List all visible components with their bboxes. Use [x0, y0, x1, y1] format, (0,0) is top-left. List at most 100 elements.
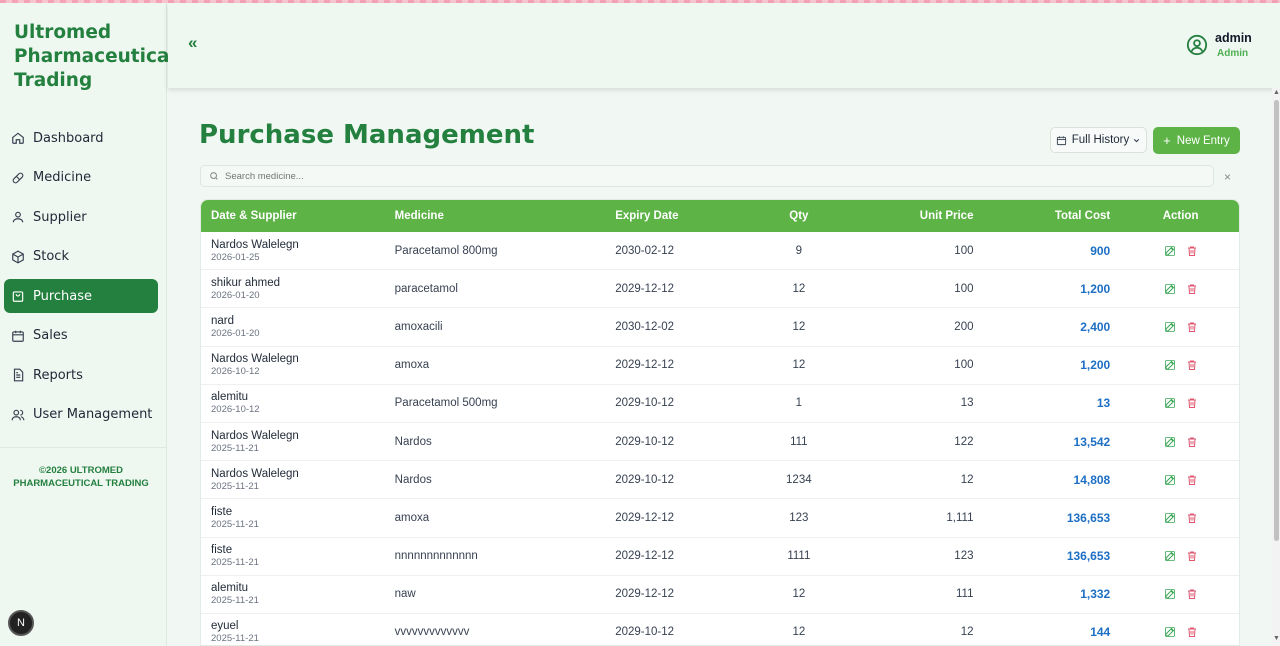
medicine-cell: amoxacili [394, 320, 443, 333]
date-supplier-cell: alemitu 2026-10-12 [201, 390, 395, 416]
delete-icon[interactable] [1186, 283, 1198, 295]
qty-cell: 111 [790, 435, 808, 448]
clear-search-button[interactable]: × [1224, 170, 1231, 184]
scroll-down-arrow-icon[interactable]: ▼ [1273, 635, 1280, 642]
sidebar-item-medicine[interactable]: Medicine [4, 161, 158, 195]
search-bar [200, 165, 1214, 187]
scroll-up-arrow-icon[interactable]: ▲ [1273, 89, 1280, 96]
purchase-date: 2025-11-21 [211, 557, 259, 569]
delete-icon[interactable] [1186, 550, 1198, 562]
search-input[interactable] [225, 170, 1185, 182]
delete-icon[interactable] [1186, 512, 1198, 524]
total-cost-cell: 144 [1090, 625, 1111, 640]
scrollbar-thumb[interactable] [1274, 100, 1279, 541]
unit-price-cell: 100 [954, 244, 974, 257]
date-supplier-cell: eyuel 2025-11-21 [201, 619, 395, 645]
purchase-date: 2026-01-20 [211, 289, 260, 301]
action-cell [1110, 550, 1239, 562]
total-cost-cell: 900 [1090, 243, 1111, 258]
qty-cell: 1111 [787, 550, 811, 563]
table-row: nard 2026-01-20 amoxacili 2030-12-02 12 200 2,… [201, 308, 1239, 347]
full-history-dropdown[interactable]: Full History [1050, 127, 1147, 153]
unit-price-cell: 111 [956, 588, 974, 601]
sidebar-item-label: Reports [33, 367, 83, 383]
medicine-cell: Nardos [394, 473, 432, 486]
sidebar-item-supplier[interactable]: Supplier [4, 200, 158, 234]
sidebar-footer: ©2026 ULTROMED PHARMACEUTICAL TRADING [13, 465, 149, 489]
table-row: shikur ahmed 2026-01-20 paracetamol 2029-12… [201, 270, 1239, 309]
sidebar-item-label: Dashboard [33, 130, 104, 146]
edit-icon[interactable] [1164, 397, 1176, 409]
unit-price-cell: 123 [954, 550, 974, 563]
delete-icon[interactable] [1186, 588, 1198, 600]
action-cell [1110, 588, 1239, 600]
sidebar-item-label: Sales [33, 328, 68, 343]
delete-icon[interactable] [1186, 245, 1198, 257]
expiry-cell: 2029-10-12 [615, 397, 675, 410]
action-cell [1110, 626, 1239, 638]
new-entry-label: New Entry [1176, 134, 1230, 147]
medicine-cell: nnnnnnnnnnnnn [394, 550, 478, 563]
total-cost-cell: 13 [1096, 396, 1111, 411]
delete-icon[interactable] [1186, 397, 1198, 409]
edit-icon[interactable] [1164, 474, 1176, 486]
date-supplier-cell: nard 2026-01-20 [201, 314, 395, 340]
col-expiry: Expiry Date [615, 210, 679, 222]
col-qty: Qty [789, 210, 809, 222]
col-total-cost: Total Cost [1054, 210, 1111, 222]
qty-cell: 1234 [786, 473, 812, 486]
supplier-name: nard [211, 314, 235, 327]
total-cost-cell: 136,653 [1066, 549, 1111, 564]
table-row: fiste 2025-11-21 amoxa 2029-12-12 123 1,111 13… [201, 499, 1239, 538]
purchase-date: 2026-01-20 [211, 327, 260, 339]
delete-icon[interactable] [1186, 359, 1198, 371]
table-row: alemitu 2026-10-12 Paracetamol 500mg 2029-1… [201, 385, 1239, 423]
calendar-icon [1056, 135, 1066, 145]
new-entry-button[interactable]: + New Entry [1153, 127, 1240, 154]
sidebar-item-reports[interactable]: Reports [4, 358, 158, 392]
sidebar-item-dashboard[interactable]: Dashboard [4, 121, 158, 155]
collapse-sidebar-button[interactable]: « [188, 33, 197, 53]
table-row: fiste 2025-11-21 nnnnnnnnnnnnn 2029-12-12 11… [201, 538, 1239, 576]
supplier-name: fiste [211, 505, 233, 518]
sidebar: Ultromed Pharmaceutical Trading Dashboar… [0, 3, 176, 646]
total-cost-cell: 13,542 [1073, 434, 1111, 449]
expiry-cell: 2029-10-12 [615, 626, 675, 639]
sidebar-item-purchase[interactable]: Purchase [4, 279, 158, 313]
table-body: Nardos Walelegn 2026-01-25 Paracetamol 800… [201, 232, 1239, 645]
edit-icon[interactable] [1164, 626, 1176, 638]
purchase-date: 2025-11-21 [211, 442, 259, 454]
table-row: alemitu 2025-11-21 naw 2029-12-12 12 111 1,332 [201, 576, 1239, 614]
edit-icon[interactable] [1164, 245, 1176, 257]
date-supplier-cell: alemitu 2025-11-21 [201, 581, 395, 607]
table-row: Nardos Walelegn 2025-11-21 Nardos 2029-10-1… [201, 423, 1239, 462]
expiry-cell: 2029-10-12 [615, 473, 675, 486]
edit-icon[interactable] [1164, 436, 1176, 448]
page-title: Purchase Management [199, 120, 535, 150]
edit-icon[interactable] [1164, 321, 1176, 333]
sidebar-item-sales[interactable]: Sales [4, 319, 158, 353]
date-supplier-cell: Nardos Walelegn 2025-11-21 [201, 429, 395, 455]
edit-icon[interactable] [1164, 512, 1176, 524]
purchase-date: 2025-11-21 [211, 480, 259, 492]
action-cell [1110, 321, 1239, 333]
delete-icon[interactable] [1186, 626, 1198, 638]
supplier-name: eyuel [211, 620, 239, 633]
edit-icon[interactable] [1164, 283, 1176, 295]
user-circle-icon[interactable] [1186, 34, 1208, 56]
expiry-cell: 2029-12-12 [615, 511, 675, 524]
delete-icon[interactable] [1186, 474, 1198, 486]
sidebar-item-stock[interactable]: Stock [4, 240, 158, 274]
brand-title: Ultromed Pharmaceutical Trading [14, 22, 176, 91]
sidebar-item-user-management[interactable]: User Management [4, 398, 158, 432]
edit-icon[interactable] [1164, 550, 1176, 562]
edit-icon[interactable] [1164, 588, 1176, 600]
unit-price-cell: 12 [960, 626, 974, 639]
total-cost-cell: 2,400 [1080, 319, 1111, 334]
delete-icon[interactable] [1186, 321, 1198, 333]
delete-icon[interactable] [1186, 436, 1198, 448]
chevron-down-icon [1134, 138, 1140, 142]
date-supplier-cell: fiste 2025-11-21 [201, 505, 395, 531]
edit-icon[interactable] [1164, 359, 1176, 371]
dev-badge[interactable]: N [8, 610, 34, 636]
